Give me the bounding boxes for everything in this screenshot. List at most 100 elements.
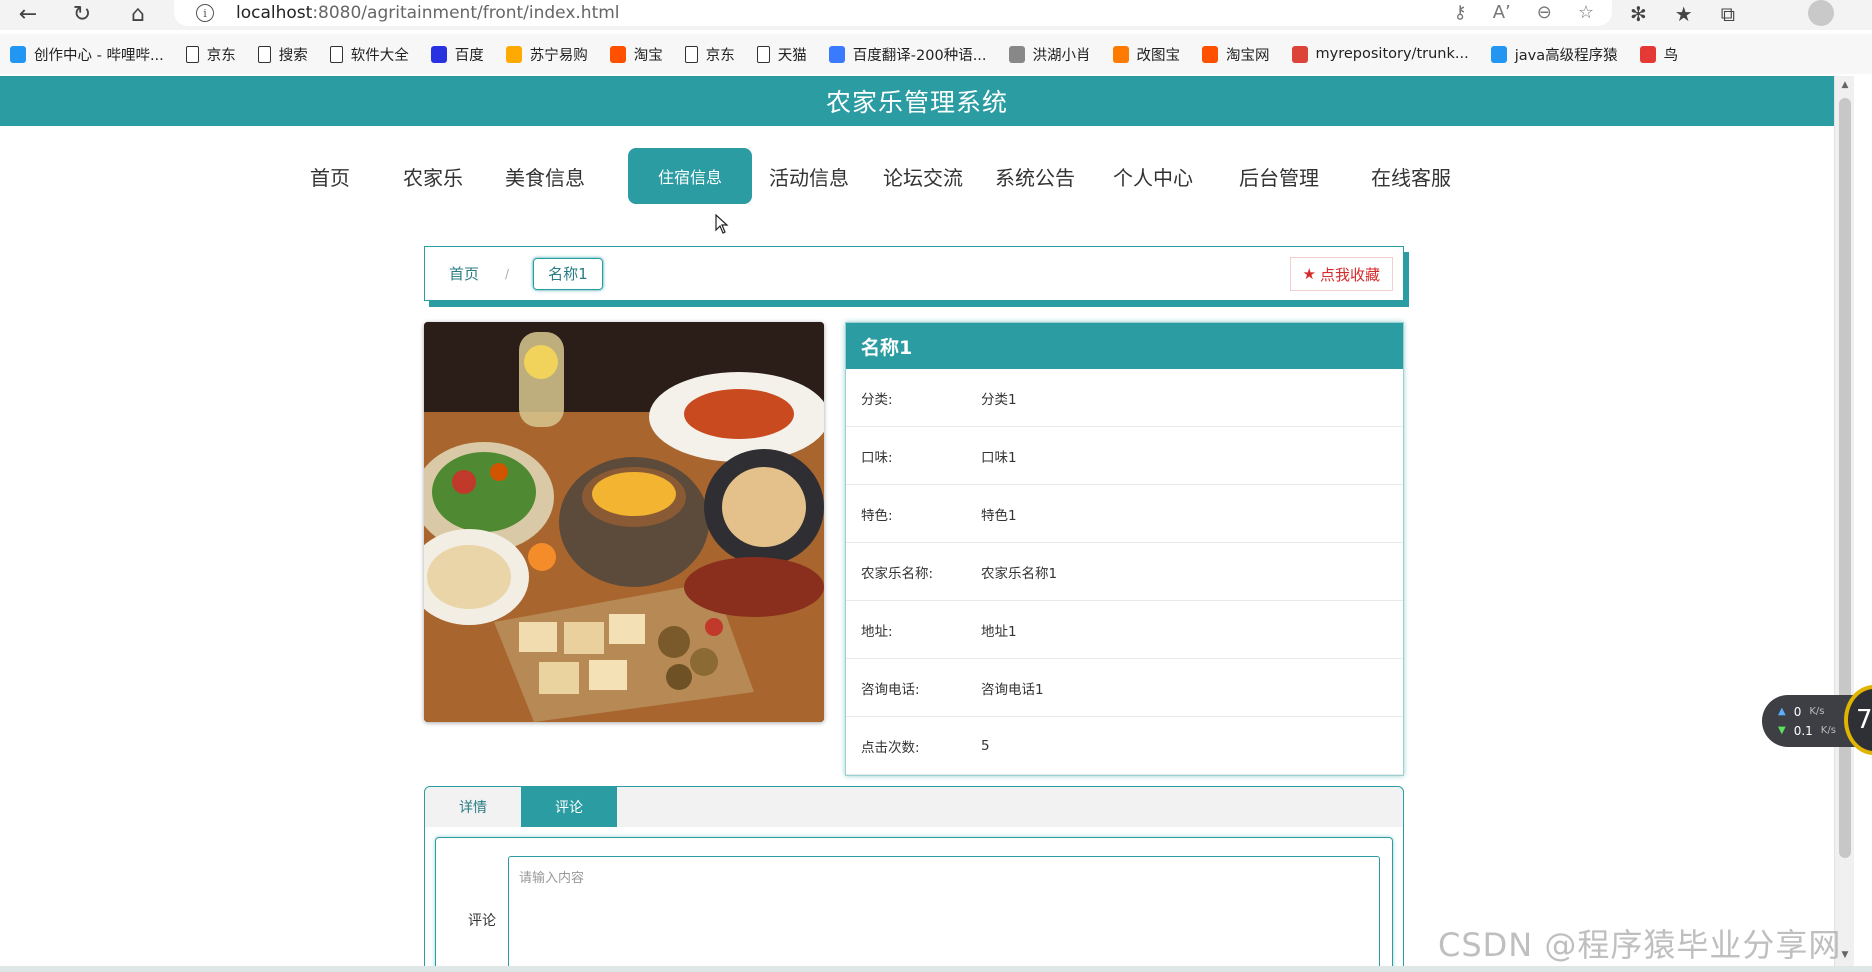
extensions-icon[interactable]: ✻ [1630, 2, 1647, 26]
detail-label: 农家乐名称: [861, 565, 934, 582]
favorite-button[interactable]: ★ 点我收藏 [1289, 257, 1393, 291]
bird-red-icon [1639, 45, 1656, 63]
bookmark-label: 百度 [454, 47, 484, 64]
tab-bar: 详情 评论 [425, 787, 1403, 827]
bookmark-item[interactable]: 苏宁易购 [505, 44, 588, 65]
home-icon[interactable]: ⌂ [120, 0, 156, 28]
bookmark-item[interactable]: 淘宝网 [1202, 44, 1270, 65]
site-info-icon[interactable]: i [196, 4, 214, 22]
detail-value: 咨询电话1 [981, 681, 1044, 698]
add-favorite-star-icon[interactable]: ☆ [1578, 2, 1594, 23]
taobao-icon [609, 45, 626, 63]
page-content: 农家乐管理系统 首页 农家乐 美食信息 住宿信息 活动信息 论坛交流 系统公告 个人中心 后台管… [0, 76, 1834, 966]
back-arrow-icon[interactable]: ← [10, 0, 46, 28]
detail-value: 特色1 [981, 507, 1017, 524]
favorites-icon[interactable]: ★ [1675, 2, 1693, 26]
bookmark-item[interactable]: 创作中心 - 哔哩哔... [10, 44, 164, 65]
bookmark-item[interactable]: 搜索 [257, 44, 308, 65]
gaitubao-icon [1112, 45, 1129, 63]
translate-icon [828, 45, 845, 63]
detail-label: 口味: [861, 449, 893, 466]
nav-item[interactable]: 住宿信息 [628, 148, 752, 204]
profile-avatar[interactable] [1808, 0, 1834, 26]
site-title: 农家乐管理系统 [825, 88, 1008, 117]
download-unit: K/s [1820, 725, 1836, 736]
food-photo [424, 322, 824, 722]
bookmark-item[interactable]: java高级程序猿 [1490, 44, 1618, 65]
detail-value: 地址1 [981, 623, 1017, 640]
nav-item[interactable]: 论坛交流 [878, 148, 968, 204]
bookmark-item[interactable]: 京东 [185, 44, 236, 65]
bookmark-label: 鸟 [1663, 47, 1679, 64]
bilibili-icon [10, 45, 26, 63]
detail-label: 点击次数: [861, 739, 920, 756]
bookmarks-bar: 创作中心 - 哔哩哔... 京东 搜索 软件大全 百度 苏宁易购 淘宝 京东 天猫 百度翻译-20… [0, 34, 1872, 74]
bookmark-item[interactable]: 百度翻译-200种语... [828, 44, 987, 65]
chrome-icon [1291, 45, 1308, 63]
speed-badge: 7 [1844, 685, 1872, 755]
bookmark-item[interactable]: myrepository/trunk... [1291, 45, 1469, 63]
nav-item[interactable]: 首页 [300, 148, 360, 204]
bird-icon [1008, 45, 1025, 63]
taobao-icon [1202, 45, 1219, 63]
refresh-icon[interactable]: ↻ [64, 0, 100, 28]
detail-row: 特色: 特色1 [846, 485, 1403, 543]
bookmark-item[interactable]: 京东 [684, 44, 735, 65]
bookmark-item[interactable]: 鸟 [1639, 44, 1679, 65]
comment-input[interactable] [508, 856, 1380, 966]
detail-label: 分类: [861, 391, 893, 408]
detail-card: 名称1 分类: 分类1 口味: 口味1 特色: 特色1 农家乐名称: 农家乐名称1 地址: 地址1… [845, 322, 1404, 776]
detail-label: 特色: [861, 507, 893, 524]
key-icon[interactable]: ⚷ [1454, 2, 1467, 23]
favorite-label: 点我收藏 [1319, 265, 1380, 284]
nav-item[interactable]: 美食信息 [500, 148, 590, 204]
nav-item[interactable]: 后台管理 [1234, 148, 1324, 204]
page-scrollbar[interactable]: ▲ ▼ [1834, 76, 1854, 966]
bookmark-label: myrepository/trunk... [1315, 46, 1469, 62]
document-icon [185, 45, 199, 63]
bookmark-label: 淘宝网 [1226, 47, 1270, 64]
breadcrumb-home[interactable]: 首页 [449, 263, 479, 284]
bookmark-item[interactable]: 软件大全 [329, 44, 409, 65]
download-arrow-icon: ▼ [1778, 725, 1786, 736]
bookmark-item[interactable]: 百度 [430, 44, 484, 65]
nav-item[interactable]: 活动信息 [764, 148, 854, 204]
document-icon [329, 45, 343, 63]
suning-icon [505, 45, 522, 63]
bookmark-label: 淘宝 [633, 47, 663, 64]
collections-icon[interactable]: ⧉ [1721, 2, 1735, 26]
bookmark-item[interactable]: 天猫 [756, 44, 807, 65]
bookmark-label: 京东 [705, 47, 735, 64]
tab-item[interactable]: 评论 [521, 787, 617, 827]
zoom-out-icon[interactable]: ⊖ [1537, 2, 1552, 23]
comment-label: 评论 [468, 913, 496, 929]
bookmark-item[interactable]: 改图宝 [1112, 44, 1180, 65]
nav-item[interactable]: 系统公告 [990, 148, 1080, 204]
comment-form: 评论 [435, 837, 1393, 966]
main-nav: 首页 农家乐 美食信息 住宿信息 活动信息 论坛交流 系统公告 个人中心 后台管理 在线客服 [0, 148, 1834, 204]
food-image [424, 322, 824, 722]
detail-row: 分类: 分类1 [846, 369, 1403, 427]
detail-title: 名称1 [846, 323, 1403, 369]
document-icon [257, 45, 271, 63]
scroll-up-icon[interactable]: ▲ [1839, 80, 1851, 92]
read-aloud-icon[interactable]: A’ [1493, 2, 1511, 23]
tab-item[interactable]: 详情 [425, 787, 521, 827]
detail-label: 地址: [861, 623, 893, 640]
tabs-panel: 详情 评论 评论 [424, 786, 1404, 966]
detail-value: 农家乐名称1 [981, 565, 1058, 582]
url-path: :8080/agritainment/front/index.html [312, 3, 620, 23]
network-speed-widget[interactable]: ▲ 0 K/s ▼ 0.1 K/s 7 [1762, 685, 1872, 755]
nav-item[interactable]: 在线客服 [1366, 148, 1456, 204]
nav-item[interactable]: 个人中心 [1108, 148, 1198, 204]
nav-item[interactable]: 农家乐 [398, 148, 468, 204]
address-bar[interactable]: i localhost:8080/agritainment/front/inde… [174, 0, 1612, 26]
breadcrumb: 首页 / 名称1 ★ 点我收藏 [424, 246, 1404, 301]
bookmark-item[interactable]: 洪湖小肖 [1008, 44, 1091, 65]
bookmark-label: java高级程序猿 [1514, 47, 1618, 64]
breadcrumb-separator: / [505, 266, 510, 281]
breadcrumb-current: 名称1 [533, 257, 603, 290]
bookmark-item[interactable]: 淘宝 [609, 44, 663, 65]
site-header: 农家乐管理系统 [0, 76, 1834, 126]
detail-row: 口味: 口味1 [846, 427, 1403, 485]
